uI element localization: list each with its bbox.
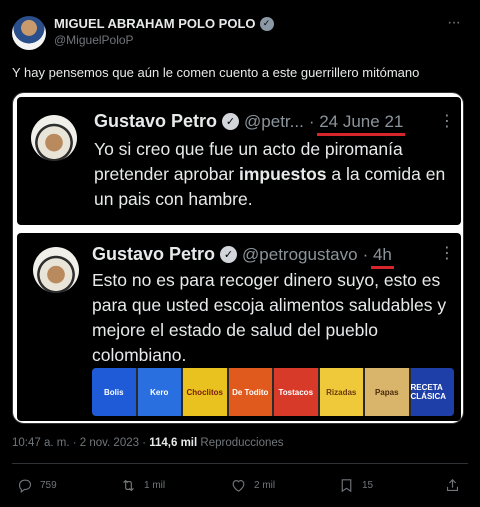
author-name-row[interactable]: MIGUEL ABRAHAM POLO POLO ✓ [54, 16, 274, 31]
action-bar: 759 1 mil 2 mil 15 [0, 477, 480, 495]
quoted-post-1: Gustavo Petro ✓ @petr... · 24 June 21 ⋮ … [17, 97, 461, 225]
snack-bag: De Todito [228, 368, 272, 416]
repost-icon [123, 479, 134, 492]
view-count: 114,6 mil [149, 437, 198, 449]
quoted-name: Gustavo Petro [92, 244, 216, 264]
repost-button[interactable]: 1 mil [120, 477, 165, 494]
quoted-handle: @petr... [244, 111, 304, 131]
divider [12, 463, 468, 464]
views-label: Reproducciones [197, 437, 284, 449]
quoted-date: · 24 June 21 [309, 111, 406, 136]
red-underline [316, 132, 406, 136]
heart-icon [232, 479, 245, 492]
share-button[interactable] [444, 477, 461, 494]
quoted-text: Esto no es para recoger dinero suyo, est… [92, 270, 447, 365]
author-name[interactable]: MIGUEL ABRAHAM POLO POLO [54, 16, 256, 31]
like-count: 2 mil [254, 480, 276, 491]
quoted-header: Gustavo Petro ✓ @petrogustavo · 4h [92, 244, 394, 269]
reply-button[interactable]: 759 [16, 477, 57, 494]
more-options-icon[interactable]: ··· [447, 14, 461, 32]
tweet-image[interactable]: Gustavo Petro ✓ @petr... · 24 June 21 ⋮ … [12, 92, 464, 424]
more-options-icon: ⋮ [439, 245, 455, 262]
quoted-avatar [31, 115, 77, 161]
tweet: MIGUEL ABRAHAM POLO POLO ✓ @MiguelPoloP … [0, 0, 480, 507]
reply-icon [18, 479, 32, 494]
reply-count: 759 [40, 480, 57, 491]
tweet-timestamp[interactable]: 10:47 a. m. · 2 nov. 2023 · [12, 437, 149, 449]
quoted-date-value: 24 June 21 [319, 111, 404, 131]
author-avatar[interactable] [12, 16, 46, 50]
quoted-avatar [33, 247, 79, 293]
author-handle[interactable]: @MiguelPoloP [54, 33, 134, 47]
bookmark-button[interactable]: 15 [338, 477, 373, 494]
quoted-header: Gustavo Petro ✓ @petr... · 24 June 21 [94, 111, 406, 136]
quoted-name: Gustavo Petro [94, 111, 218, 131]
snack-bag: Rizadas [319, 368, 363, 416]
snack-bag: Kero [137, 368, 181, 416]
tweet-meta: 10:47 a. m. · 2 nov. 2023 · 114,6 mil Re… [12, 437, 284, 449]
tweet-text: Y hay pensemos que aún le comen cuento a… [12, 65, 420, 80]
snack-bag: Papas [365, 368, 409, 416]
more-options-icon: ⋮ [439, 113, 455, 130]
snack-shelf-photo: Bolis Kero Choclitos De Todito Tostacos … [92, 368, 454, 416]
bookmark-count: 15 [362, 480, 374, 491]
repost-count: 1 mil [144, 480, 166, 491]
like-button[interactable]: 2 mil [230, 477, 275, 494]
quoted-post-2: Gustavo Petro ✓ @petrogustavo · 4h ⋮ Est… [17, 233, 461, 421]
verified-badge-icon: ✓ [222, 113, 240, 130]
quoted-date-value: 4h [372, 244, 392, 264]
share-icon [446, 479, 459, 492]
quoted-date: · 4h [363, 244, 394, 269]
snack-bag: Tostacos [274, 368, 318, 416]
snack-bag: Choclitos [183, 368, 227, 416]
snack-bag: RECETA CLÁSICA [410, 368, 454, 416]
verified-badge-icon: ✓ [220, 246, 238, 263]
quoted-handle: @petrogustavo [242, 244, 358, 264]
bookmark-icon [341, 479, 352, 493]
quoted-text-bold: impuestos [238, 164, 327, 184]
snack-bag: Bolis [92, 368, 136, 416]
quoted-text: Yo si creo que fue un acto de piromanía … [94, 137, 454, 212]
verified-badge-icon: ✓ [259, 16, 274, 31]
